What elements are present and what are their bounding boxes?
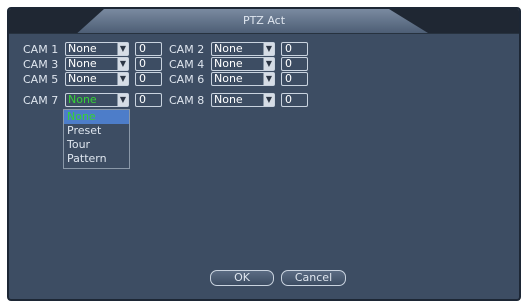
number-value: 0 xyxy=(285,72,292,85)
cam-6-number-input[interactable]: 0 xyxy=(281,72,308,86)
dropdown-option-none[interactable]: None xyxy=(64,110,129,124)
chevron-down-icon[interactable]: ▼ xyxy=(263,73,274,85)
cam-row: CAM 3 None ▼ 0 CAM 4 None ▼ 0 xyxy=(23,57,308,71)
cam-label: CAM 3 xyxy=(23,57,59,71)
number-value: 0 xyxy=(139,57,146,70)
cam-8-number-input[interactable]: 0 xyxy=(281,93,308,107)
cam-8-ptz-select[interactable]: None ▼ xyxy=(211,93,275,107)
cam-label: CAM 2 xyxy=(169,42,205,56)
chevron-down-icon[interactable]: ▼ xyxy=(117,43,128,55)
select-value: None xyxy=(214,93,243,106)
number-value: 0 xyxy=(285,42,292,55)
title-bar: PTZ Act xyxy=(9,9,519,34)
number-value: 0 xyxy=(285,93,292,106)
chevron-down-icon[interactable]: ▼ xyxy=(263,94,274,106)
cam-3-number-input[interactable]: 0 xyxy=(135,57,162,71)
cam-3-ptz-select[interactable]: None ▼ xyxy=(65,57,129,71)
cam-5-number-input[interactable]: 0 xyxy=(135,72,162,86)
cam-5-ptz-select[interactable]: None ▼ xyxy=(65,72,129,86)
cam-2-ptz-select[interactable]: None ▼ xyxy=(211,42,275,56)
select-value: None xyxy=(214,42,243,55)
number-value: 0 xyxy=(139,93,146,106)
select-value: None xyxy=(68,57,97,70)
number-value: 0 xyxy=(139,42,146,55)
ptz-act-dialog: PTZ Act CAM 1 None ▼ 0 CAM 2 None ▼ 0 CA… xyxy=(7,7,521,301)
dropdown-option-tour[interactable]: Tour xyxy=(64,138,129,152)
select-value: None xyxy=(68,42,97,55)
cam-label: CAM 6 xyxy=(169,72,205,86)
cam-label: CAM 1 xyxy=(23,42,59,56)
cam-2-number-input[interactable]: 0 xyxy=(281,42,308,56)
cam-row: CAM 1 None ▼ 0 CAM 2 None ▼ 0 xyxy=(23,42,308,56)
cam-label: CAM 7 xyxy=(23,93,59,107)
cam-7-ptz-select[interactable]: None ▼ xyxy=(65,93,129,107)
cam-label: CAM 4 xyxy=(169,57,205,71)
select-value: None xyxy=(68,72,97,85)
dropdown-option-preset[interactable]: Preset xyxy=(64,124,129,138)
chevron-down-icon[interactable]: ▼ xyxy=(117,94,128,106)
number-value: 0 xyxy=(139,72,146,85)
cancel-button[interactable]: Cancel xyxy=(281,270,346,286)
cam-1-ptz-select[interactable]: None ▼ xyxy=(65,42,129,56)
dialog-title: PTZ Act xyxy=(242,14,286,27)
cam-label: CAM 8 xyxy=(169,93,205,107)
chevron-down-icon[interactable]: ▼ xyxy=(117,58,128,70)
cam-1-number-input[interactable]: 0 xyxy=(135,42,162,56)
cam-row: CAM 7 None ▼ 0 CAM 8 None ▼ 0 xyxy=(23,93,308,107)
select-value: None xyxy=(214,72,243,85)
ok-button[interactable]: OK xyxy=(210,270,274,286)
chevron-down-icon[interactable]: ▼ xyxy=(263,58,274,70)
cam-row: CAM 5 None ▼ 0 CAM 6 None ▼ 0 xyxy=(23,72,308,86)
dropdown-option-pattern[interactable]: Pattern xyxy=(64,152,129,166)
number-value: 0 xyxy=(285,57,292,70)
select-value: None xyxy=(214,57,243,70)
cam-7-number-input[interactable]: 0 xyxy=(135,93,162,107)
chevron-down-icon[interactable]: ▼ xyxy=(263,43,274,55)
ptz-option-dropdown: None Preset Tour Pattern xyxy=(63,109,130,169)
select-value: None xyxy=(68,93,97,106)
cam-4-number-input[interactable]: 0 xyxy=(281,57,308,71)
chevron-down-icon[interactable]: ▼ xyxy=(117,73,128,85)
cam-6-ptz-select[interactable]: None ▼ xyxy=(211,72,275,86)
cam-4-ptz-select[interactable]: None ▼ xyxy=(211,57,275,71)
cam-label: CAM 5 xyxy=(23,72,59,86)
